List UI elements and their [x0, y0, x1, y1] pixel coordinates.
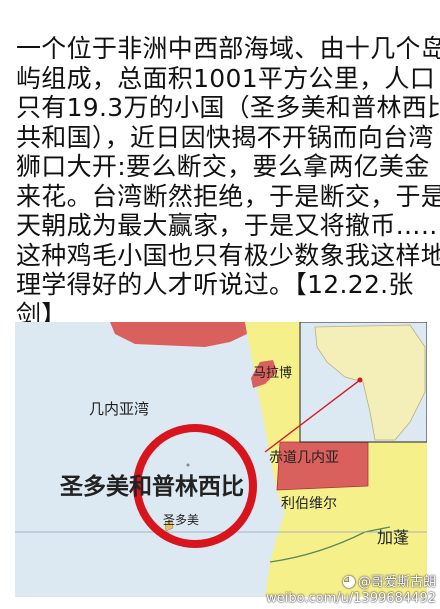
watermark-user: @哥爱斯古朗	[357, 575, 436, 590]
post-line: 天朝成为最大赢家，于是又将撤币……	[16, 211, 440, 240]
post-text: 一个位于非洲中西部海域、由十几个岛 屿组成，总面积1001平方公里，人口 只有1…	[16, 34, 440, 329]
weibo-icon: ◕	[342, 571, 356, 590]
post-line: 只有19.3万的小国（圣多美和普林西比	[16, 93, 440, 122]
label-gulf: 几内亚湾	[89, 400, 149, 418]
principe-island	[186, 463, 190, 467]
label-malabo: 马拉博	[253, 366, 292, 381]
label-sao-tome: 圣多美	[163, 513, 199, 527]
label-libreville: 利伯维尔	[281, 496, 337, 512]
post-line: 共和国），近日因快揭不开锅而向台湾	[16, 122, 434, 152]
post-line: 来花。台湾断然拒绝，于是断交，于是	[16, 181, 440, 211]
post-line: 一个位于非洲中西部海域、由十几个岛	[16, 34, 440, 63]
post-line: 这种鸡毛小国也只有极少数象我这样地	[16, 240, 440, 270]
map-image: 马拉博 几内亚湾 圣多美和普林西比 圣多美 赤道几内亚 利伯维尔 加蓬	[15, 322, 427, 597]
label-eq-guinea: 赤道几内亚	[269, 450, 339, 466]
weibo-watermark: ◕ @哥爱斯古朗 weibo.com/u/1399684492	[266, 573, 436, 607]
label-country: 圣多美和普林西比	[60, 473, 244, 500]
post-line: 狮口大开:要么断交，要么拿两亿美金	[16, 152, 430, 181]
label-gabon: 加蓬	[377, 528, 409, 547]
watermark-url: weibo.com/u/1399684492	[266, 591, 436, 606]
post-line: 屿组成，总面积1001平方公里，人口	[16, 63, 436, 93]
post-line: 理学得好的人才听说过。【12.22.张	[16, 270, 414, 299]
